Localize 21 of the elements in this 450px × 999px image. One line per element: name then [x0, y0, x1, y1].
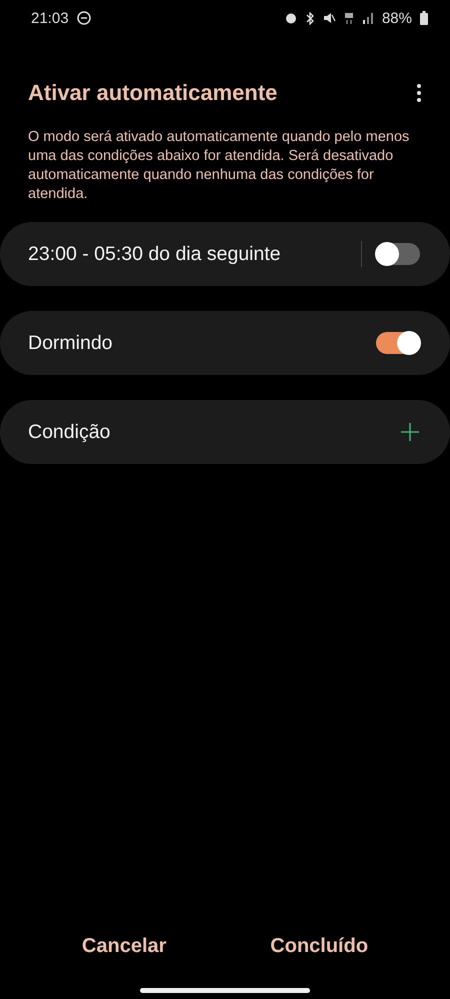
mute-icon — [322, 12, 336, 24]
description: O modo será ativado automaticamente quando pelo menos uma das condições abaixo for atendida. Será desativado automaticamente quando nenhuma das condições for atendida. — [28, 128, 410, 204]
battery-percent: 88% — [382, 10, 412, 26]
condition-row[interactable]: Dormindo — [0, 311, 450, 375]
condition-label: Condição — [28, 420, 112, 444]
bluetooth-icon — [304, 12, 315, 24]
condition-label: Dormindo — [28, 332, 114, 354]
more-options-icon — [416, 83, 422, 103]
battery-icon — [420, 11, 428, 25]
footer-button[interactable]: Concluído — [258, 930, 380, 962]
do-not-disturb-icon — [76, 11, 91, 25]
signal-icon — [362, 12, 374, 24]
condition-label: 23:00 - 05:30 do dia seguinte — [28, 242, 282, 266]
footer-button[interactable]: Cancelar — [70, 930, 178, 962]
toggle-switch[interactable] — [376, 243, 420, 265]
condition-row[interactable]: 23:00 - 05:30 do dia seguinte — [0, 222, 450, 286]
page-title: Ativar automaticamente — [28, 80, 278, 106]
toggle-switch[interactable] — [376, 332, 420, 354]
plus-icon — [400, 422, 420, 442]
condition-row[interactable]: Condição — [0, 400, 450, 464]
status-time: 21:03 — [31, 10, 69, 26]
